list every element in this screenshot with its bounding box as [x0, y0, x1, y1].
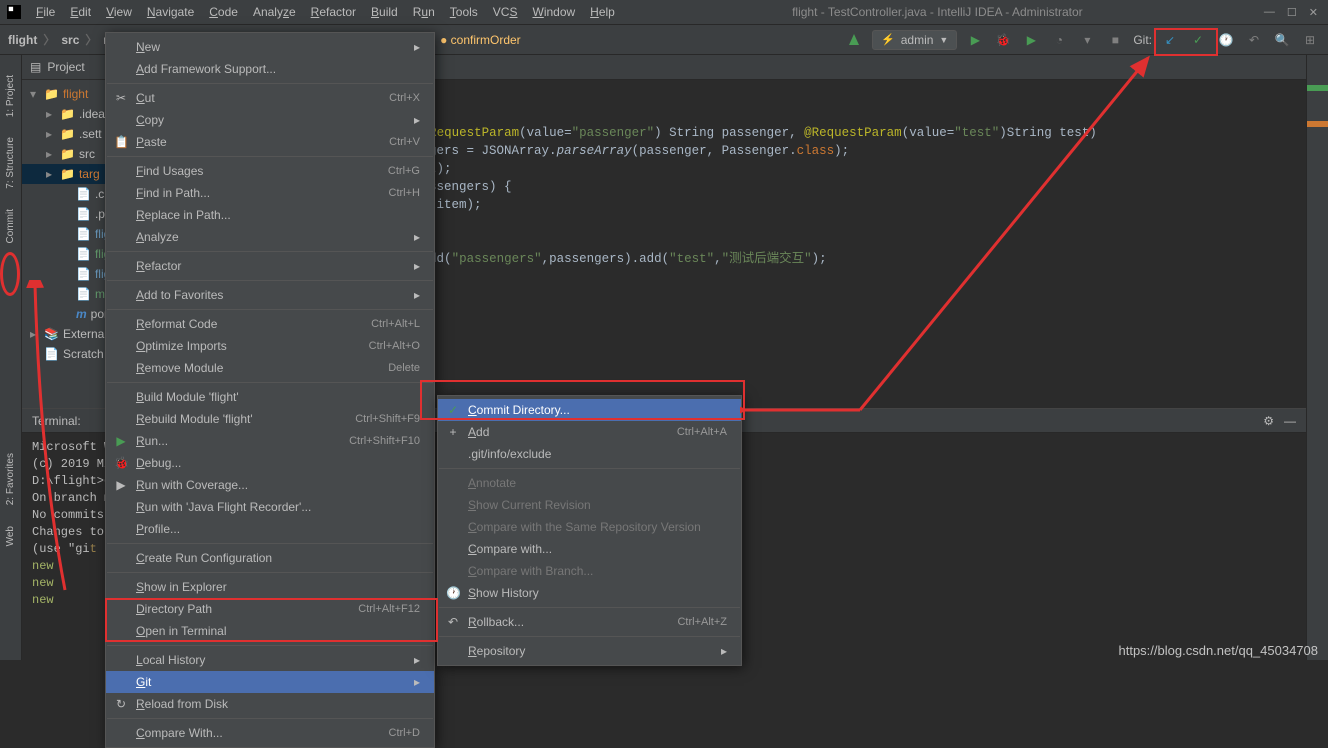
build-icon[interactable]	[844, 30, 864, 50]
menu-item[interactable]: ✂CutCtrl+X	[106, 87, 434, 109]
run-config-label: admin	[901, 33, 934, 47]
menu-item[interactable]: Rebuild Module 'flight'Ctrl+Shift+F9	[106, 408, 434, 430]
menu-bar: File Edit View Navigate Code Analyze Ref…	[30, 2, 621, 22]
menu-item[interactable]: Open in Terminal	[106, 620, 434, 642]
menu-vcs[interactable]: VCS	[487, 2, 524, 22]
menu-refactor[interactable]: Refactor	[305, 2, 362, 22]
bolt-icon: ⚡	[881, 33, 895, 46]
tool-structure[interactable]: 7: Structure	[5, 137, 16, 189]
run-config-selector[interactable]: ⚡ admin ▼	[872, 30, 957, 50]
menu-item[interactable]: Optimize ImportsCtrl+Alt+O	[106, 335, 434, 357]
menu-item[interactable]: 🕐Show History	[438, 582, 741, 604]
close-button[interactable]: ✕	[1309, 6, 1318, 19]
menu-item[interactable]: Local History▸	[106, 649, 434, 671]
menu-item: Annotate	[438, 472, 741, 494]
folder-icon: ▤	[30, 60, 41, 74]
git-history-icon[interactable]: 🕐	[1216, 30, 1236, 50]
menu-item[interactable]: Copy▸	[106, 109, 434, 131]
context-menu-git[interactable]: ✓Commit Directory...+AddCtrl+Alt+A.git/i…	[437, 395, 742, 666]
menu-navigate[interactable]: Navigate	[141, 2, 200, 22]
left-tool-gutter: 1: Project 7: Structure Commit 2: Favori…	[0, 55, 22, 660]
menu-item[interactable]: ↶Rollback...Ctrl+Alt+Z	[438, 611, 741, 633]
menu-item[interactable]: Refactor▸	[106, 255, 434, 277]
menu-item[interactable]: Repository▸	[438, 640, 741, 662]
search-icon[interactable]: 🔍	[1272, 30, 1292, 50]
menu-item[interactable]: Directory PathCtrl+Alt+F12	[106, 598, 434, 620]
gear-icon[interactable]: ⚙	[1263, 414, 1274, 428]
menu-analyze[interactable]: Analyze	[247, 2, 302, 22]
tool-web[interactable]: Web	[5, 526, 16, 546]
title-bar: File Edit View Navigate Code Analyze Ref…	[0, 0, 1328, 25]
menu-item[interactable]: Git▸	[106, 671, 434, 693]
debug-button[interactable]: 🐞	[993, 30, 1013, 50]
menu-item[interactable]: ▶Run...Ctrl+Shift+F10	[106, 430, 434, 452]
stop-button[interactable]: ■	[1105, 30, 1125, 50]
menu-item: Compare with Branch...	[438, 560, 741, 582]
menu-item[interactable]: Run with 'Java Flight Recorder'...	[106, 496, 434, 518]
menu-window[interactable]: Window	[526, 2, 581, 22]
menu-view[interactable]: View	[100, 2, 138, 22]
menu-item[interactable]: Find UsagesCtrl+G	[106, 160, 434, 182]
window-title: flight - TestController.java - IntelliJ …	[621, 5, 1254, 19]
menu-item[interactable]: Build Module 'flight'	[106, 386, 434, 408]
breadcrumb: flight 〉 src 〉 m	[8, 31, 114, 48]
menu-code[interactable]: Code	[203, 2, 244, 22]
minimize-button[interactable]: —	[1264, 6, 1275, 19]
menu-item[interactable]: Replace in Path...	[106, 204, 434, 226]
menu-item[interactable]: Profile...	[106, 518, 434, 540]
menu-item[interactable]: 📋PasteCtrl+V	[106, 131, 434, 153]
menu-item[interactable]: Add to Favorites▸	[106, 284, 434, 306]
breadcrumb-item[interactable]: src	[61, 33, 79, 47]
menu-item[interactable]: Create Run Configuration	[106, 547, 434, 569]
menu-item[interactable]: .git/info/exclude	[438, 443, 741, 465]
menu-file[interactable]: File	[30, 2, 61, 22]
menu-item[interactable]: Compare With...Ctrl+D	[106, 722, 434, 744]
menu-build[interactable]: Build	[365, 2, 404, 22]
tool-favorites[interactable]: 2: Favorites	[5, 453, 16, 505]
watermark: https://blog.csdn.net/qq_45034708	[1119, 643, 1319, 658]
tool-project[interactable]: 1: Project	[5, 75, 16, 117]
menu-item[interactable]: Reformat CodeCtrl+Alt+L	[106, 313, 434, 335]
tool-commit[interactable]: Commit	[5, 209, 16, 243]
ide-settings-icon[interactable]: ⊞	[1300, 30, 1320, 50]
menu-item[interactable]: ✓Commit Directory...	[438, 399, 741, 421]
right-gutter	[1306, 55, 1328, 660]
menu-item[interactable]: Remove ModuleDelete	[106, 357, 434, 379]
marker[interactable]	[1307, 121, 1328, 127]
git-update-icon[interactable]: ↙	[1160, 30, 1180, 50]
menu-item[interactable]: New▸	[106, 36, 434, 58]
menu-help[interactable]: Help	[584, 2, 621, 22]
menu-edit[interactable]: Edit	[64, 2, 97, 22]
menu-item[interactable]: Compare with...	[438, 538, 741, 560]
marker[interactable]	[1307, 85, 1328, 91]
menu-run[interactable]: Run	[407, 2, 441, 22]
menu-item[interactable]: Find in Path...Ctrl+H	[106, 182, 434, 204]
window-controls: — ☐ ✕	[1254, 6, 1328, 19]
menu-tools[interactable]: Tools	[444, 2, 484, 22]
coverage-button[interactable]: ▶	[1021, 30, 1041, 50]
menu-item[interactable]: ↻Reload from Disk	[106, 693, 434, 715]
menu-item: Show Current Revision	[438, 494, 741, 516]
app-logo-icon	[4, 3, 24, 21]
maximize-button[interactable]: ☐	[1287, 6, 1297, 19]
git-rollback-icon[interactable]: ↶	[1244, 30, 1264, 50]
breadcrumb-method[interactable]: ● confirmOrder	[440, 33, 521, 47]
run-button[interactable]: ▶	[965, 30, 985, 50]
terminal-title: Terminal:	[32, 414, 81, 428]
git-commit-icon[interactable]: ✓	[1188, 30, 1208, 50]
minimize-panel-icon[interactable]: —	[1284, 414, 1296, 428]
context-menu-main[interactable]: New▸Add Framework Support...✂CutCtrl+XCo…	[105, 32, 435, 748]
menu-item[interactable]: Analyze▸	[106, 226, 434, 248]
menu-item[interactable]: 🐞Debug...	[106, 452, 434, 474]
git-label: Git:	[1133, 33, 1152, 47]
menu-item[interactable]: Show in Explorer	[106, 576, 434, 598]
attach-button[interactable]: ▾	[1077, 30, 1097, 50]
menu-item[interactable]: Add Framework Support...	[106, 58, 434, 80]
sidebar-title: Project	[47, 60, 84, 74]
profile-button[interactable]: ◔	[1049, 30, 1069, 50]
menu-item[interactable]: ▶Run with Coverage...	[106, 474, 434, 496]
menu-item[interactable]: +AddCtrl+Alt+A	[438, 421, 741, 443]
breadcrumb-item[interactable]: flight	[8, 33, 37, 47]
menu-item: Compare with the Same Repository Version	[438, 516, 741, 538]
